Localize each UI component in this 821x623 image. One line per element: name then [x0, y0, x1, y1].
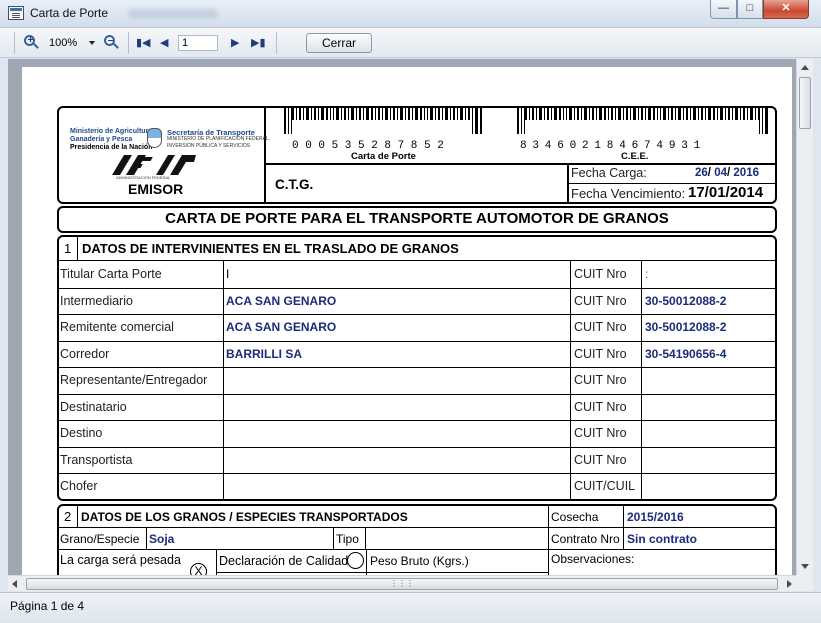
chevron-down-icon	[89, 41, 95, 45]
scroll-left-icon[interactable]	[12, 580, 17, 588]
blurred-title-suffix	[128, 9, 218, 19]
grano-label: Grano/Especie	[60, 532, 140, 546]
interviniente-label: Destino	[60, 426, 103, 440]
cuit-value: 30-50012088-2	[645, 294, 727, 308]
interviniente-label: Titular Carta Porte	[60, 267, 162, 281]
cuit-label: CUIT Nro	[574, 426, 627, 440]
carta-de-porte-caption: Carta de Porte	[351, 151, 416, 162]
grano-value: Soja	[149, 532, 175, 546]
close-report-button[interactable]: Cerrar	[306, 33, 372, 53]
interviniente-label: Transportista	[60, 453, 133, 467]
cosecha-value: 2015/2016	[627, 510, 684, 524]
interviniente-name: ACA SAN GENARO	[226, 320, 337, 334]
first-page-icon[interactable]: ▮◀	[136, 34, 151, 52]
interviniente-label: Remitente comercial	[60, 320, 174, 334]
national-seal-icon	[147, 128, 162, 148]
horizontal-scroll-thumb[interactable]: ⋮⋮⋮	[26, 578, 778, 590]
peso-bruto-label: Peso Bruto (Kgrs.)	[370, 554, 469, 568]
report-page: Ministerio de Agricultura, Ganadería y P…	[22, 67, 792, 575]
ctg-label: C.T.G.	[275, 177, 314, 192]
interviniente-label: Representante/Entregador	[60, 373, 208, 387]
cuit-label: CUIT Nro	[574, 400, 627, 414]
report-app-icon	[8, 6, 24, 20]
interviniente-label: Chofer	[60, 479, 98, 493]
cuit-label: CUIT Nro	[574, 294, 627, 308]
zoom-value: 100%	[49, 37, 78, 49]
next-page-icon[interactable]: ▶	[231, 34, 239, 52]
interviniente-name: BARRILLI SA	[226, 347, 302, 361]
status-bar: Página 1 de 4	[0, 592, 821, 623]
toolbar-separator	[128, 32, 129, 54]
cuit-label: CUIT/CUIL	[574, 479, 636, 493]
carga-pesada-checkbox[interactable]: X	[190, 563, 207, 575]
observaciones-label: Observaciones:	[551, 552, 635, 566]
window-close-button[interactable]: ✕	[763, 0, 809, 19]
contrato-label: Contrato Nro	[551, 532, 620, 546]
zoom-out-icon[interactable]: –	[103, 34, 119, 50]
window-title: Carta de Porte	[30, 6, 109, 20]
fecha-vencimiento-value: 17/01/2014	[688, 184, 764, 201]
horizontal-scrollbar[interactable]: ⋮⋮⋮	[8, 575, 796, 591]
cee-barcode	[517, 108, 768, 134]
emisor-label: EMISOR	[128, 181, 184, 197]
toolbar-separator	[14, 32, 15, 54]
toolbar-separator	[276, 32, 277, 54]
page-number-input[interactable]: 1	[178, 35, 218, 51]
cosecha-label: Cosecha	[551, 510, 599, 524]
vertical-scrollbar[interactable]	[796, 59, 813, 575]
main-title: CARTA DE PORTE PARA EL TRANSPORTE AUTOMO…	[165, 210, 669, 227]
interviniente-label: Corredor	[60, 347, 110, 361]
section1-box	[57, 235, 777, 501]
cuit-value: 30-50012088-2	[645, 320, 727, 334]
cee-caption: C.E.E.	[621, 151, 649, 162]
interviniente-name: ACA SAN GENARO	[226, 294, 337, 308]
previous-page-icon[interactable]: ◀	[160, 34, 168, 52]
afip-logo-icon	[112, 155, 196, 175]
scroll-up-icon[interactable]	[801, 65, 809, 70]
interviniente-name: I	[226, 267, 230, 281]
maximize-button[interactable]: □	[737, 0, 763, 19]
section2-title: DATOS DE LOS GRANOS / ESPECIES TRANSPORT…	[81, 510, 408, 524]
carta-de-porte-barcode	[284, 108, 482, 134]
zoom-in-icon[interactable]: +	[23, 34, 39, 50]
section2-number: 2	[64, 509, 72, 524]
scroll-right-icon[interactable]	[787, 580, 792, 588]
vertical-scroll-thumb[interactable]	[799, 77, 811, 129]
declaracion-calidad-checkbox[interactable]	[347, 552, 364, 569]
section1-number: 1	[64, 241, 72, 256]
cuit-label: CUIT Nro	[574, 347, 627, 361]
minimize-button[interactable]: —	[710, 0, 737, 19]
scroll-down-icon[interactable]	[801, 564, 809, 569]
interviniente-label: Intermediario	[60, 294, 133, 308]
scroll-corner	[796, 575, 813, 591]
transport-logo: Secretaría de Transporte MINISTERIO DE P…	[167, 128, 271, 149]
cuit-label: CUIT Nro	[574, 373, 627, 387]
cuit-label: CUIT Nro	[574, 267, 627, 281]
cuit-label: CUIT Nro	[574, 320, 627, 334]
fecha-vencimiento-label: Fecha Vencimiento:	[571, 186, 686, 201]
declaracion-calidad-label: Declaración de Calidad	[219, 554, 349, 568]
cuit-value: 30-54190656-4	[645, 347, 727, 361]
ministry-logo: Ministerio de Agricultura, Ganadería y P…	[70, 128, 155, 151]
report-viewer[interactable]: Ministerio de Agricultura, Ganadería y P…	[8, 59, 796, 575]
last-page-icon[interactable]: ▶▮	[251, 34, 266, 52]
fecha-carga-label: Fecha Carga:	[571, 166, 647, 180]
tipo-label: Tipo	[336, 532, 359, 546]
section1-title: DATOS DE INTERVINIENTES EN EL TRASLADO D…	[82, 241, 459, 256]
report-toolbar: + 100% – ▮◀ ◀ 1 ▶ ▶▮ Cerrar	[0, 28, 821, 58]
window-title-bar: Carta de Porte — □ ✕	[0, 0, 821, 28]
cuit-value: :	[645, 267, 649, 281]
carga-pesada-label: La carga será pesada	[60, 553, 181, 567]
zoom-select[interactable]: 100%	[46, 35, 98, 51]
cuit-label: CUIT Nro	[574, 453, 627, 467]
fecha-carga-value: 26/ 04/ 2016	[695, 167, 759, 179]
contrato-value: Sin contrato	[627, 532, 698, 546]
page-status: Página 1 de 4	[10, 599, 85, 613]
cee-digits: 834602184674931	[520, 140, 707, 152]
interviniente-label: Destinatario	[60, 400, 127, 414]
afip-caption: ADMINISTRACIÓN FEDERAL	[116, 175, 171, 180]
